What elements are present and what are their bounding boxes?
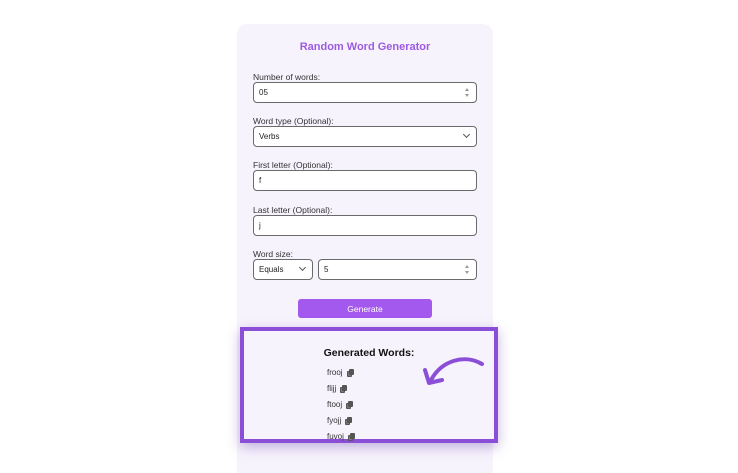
list-item: frooj: [327, 368, 354, 377]
number-of-words-value: 05: [259, 88, 268, 97]
list-item: ftooj: [327, 400, 354, 409]
word-type-label: Word type (Optional):: [253, 116, 334, 126]
word-size-comparator-select[interactable]: Equals: [253, 259, 313, 280]
copy-icon[interactable]: [347, 432, 355, 441]
generated-word: frooj: [327, 368, 343, 377]
number-of-words-input[interactable]: 05: [253, 82, 477, 103]
generated-word: fyojj: [327, 416, 342, 425]
generated-word: fuvoj: [327, 432, 344, 441]
chevron-down-icon: [298, 263, 307, 272]
word-size-value: 5: [324, 265, 329, 274]
page-title: Random Word Generator: [299, 41, 431, 53]
chevron-down-icon: [462, 130, 471, 139]
generated-word: flijj: [327, 384, 337, 393]
word-type-select[interactable]: Verbs: [253, 126, 477, 147]
first-letter-value: f: [259, 176, 262, 185]
list-item: flijj: [327, 384, 348, 393]
number-stepper-icon[interactable]: [463, 265, 471, 274]
number-stepper-icon[interactable]: [463, 88, 471, 97]
last-letter-label: Last letter (Optional):: [253, 205, 333, 215]
word-size-input[interactable]: 5: [318, 259, 477, 280]
list-item: fuvoj: [327, 432, 355, 441]
number-of-words-label: Number of words:: [253, 72, 321, 82]
curved-arrow-icon: [423, 357, 484, 385]
word-size-label: Word size:: [253, 249, 293, 259]
copy-icon[interactable]: [340, 384, 348, 393]
first-letter-input[interactable]: f: [253, 170, 477, 191]
word-type-value: Verbs: [259, 132, 280, 141]
generated-word: ftooj: [327, 400, 343, 409]
list-item: fyojj: [327, 416, 353, 425]
first-letter-label: First letter (Optional):: [253, 160, 333, 170]
last-letter-value: j: [259, 221, 261, 230]
copy-icon[interactable]: [346, 400, 354, 409]
copy-icon[interactable]: [345, 416, 353, 425]
generate-button[interactable]: Generate: [298, 299, 432, 318]
last-letter-input[interactable]: j: [253, 215, 477, 236]
copy-icon[interactable]: [346, 368, 354, 377]
word-size-comparator-value: Equals: [259, 265, 284, 274]
